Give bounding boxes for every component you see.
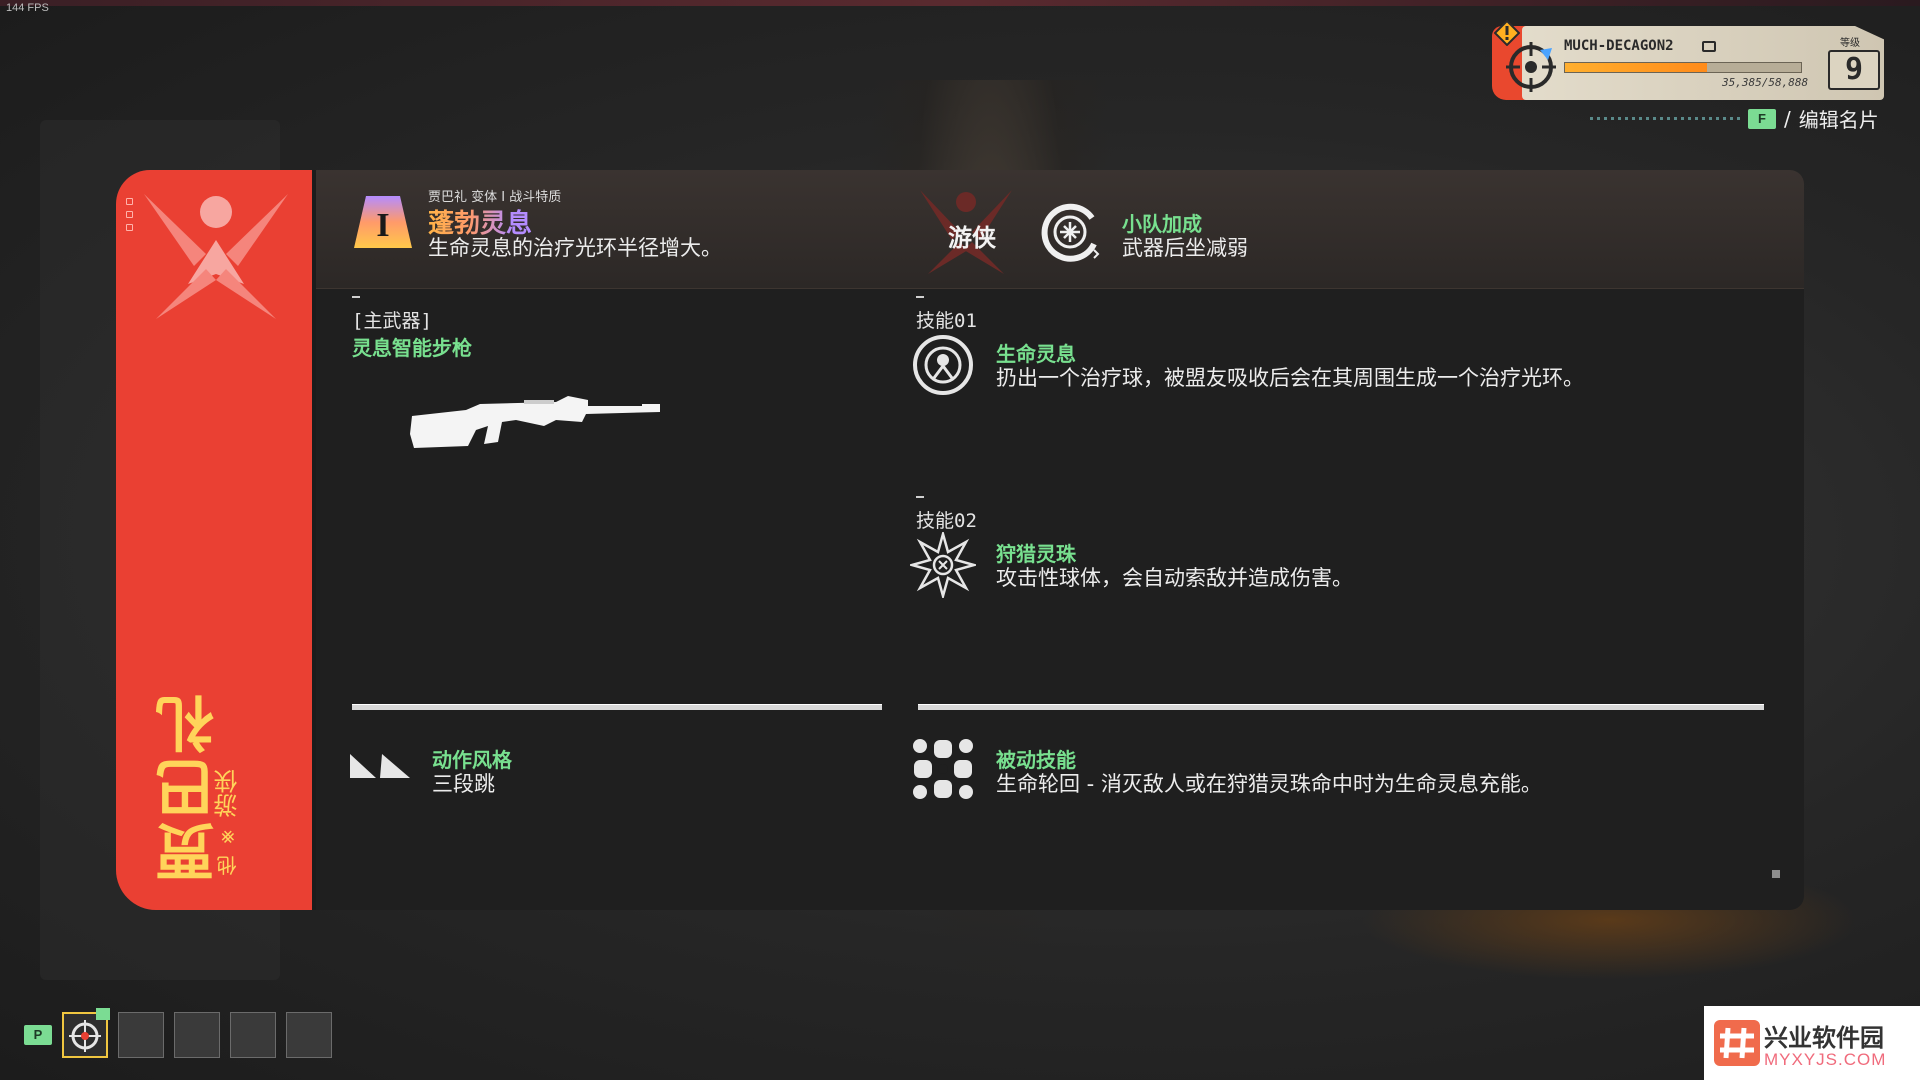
passive-ability-icon <box>913 739 973 799</box>
ability2-label: 技能02 <box>916 510 977 532</box>
fps-counter: 144 FPS <box>6 2 49 14</box>
separator: / <box>1784 106 1791 131</box>
watermark: 兴业软件园 MYXYJS.COM <box>1704 1006 1920 1080</box>
loadout-slot[interactable] <box>118 1012 164 1058</box>
ability2-description: 攻击性球体，会自动索敌并造成伤害。 <box>996 566 1353 590</box>
class-tag-label: 游侠 <box>948 224 996 252</box>
watermark-url: MYXYJS.COM <box>1764 1050 1887 1069</box>
hero-info-card: 贾巴礼 他 ⨳ 游侠 I 贾巴礼 变体 I 战斗特质 蓬勃灵息 生命灵息的治疗光… <box>116 170 1804 910</box>
decorative-noise-line <box>1590 117 1740 120</box>
ranger-small-icon: ⨳ <box>215 830 240 844</box>
watermark-title: 兴业软件园 <box>1764 1024 1884 1052</box>
ability1-label: 技能01 <box>916 310 977 332</box>
xp-progress-bar <box>1564 62 1802 73</box>
corner-marker <box>1772 870 1780 878</box>
player-avatar-icon <box>1506 42 1556 92</box>
hero-portrait-icon <box>69 1020 101 1052</box>
rifle-icon <box>410 396 660 448</box>
xp-text: 35,385/58,888 <box>1722 76 1809 89</box>
movement-description: 三段跳 <box>432 772 495 796</box>
top-edge-bar <box>0 0 1920 6</box>
life-breath-ability-icon <box>913 335 973 395</box>
section-dash <box>916 296 924 298</box>
edit-namecard-label[interactable]: 编辑名片 <box>1799 104 1879 133</box>
hero-side-banner: 贾巴礼 他 ⨳ 游侠 <box>116 170 316 910</box>
loadout-slot[interactable] <box>62 1008 110 1058</box>
level-value: 9 <box>1828 50 1880 90</box>
divider-right <box>918 704 1764 710</box>
primary-weapon-name: 灵息智能步枪 <box>352 336 472 360</box>
loadout-bar: P <box>24 1008 332 1058</box>
loadout-slot[interactable] <box>230 1012 276 1058</box>
squad-bonus-icon <box>1041 203 1100 262</box>
banner-dots <box>126 198 134 231</box>
hunting-orb-ability-icon <box>910 532 976 598</box>
hero-pronoun: 他 <box>216 855 240 876</box>
player-namecard[interactable]: MUCH-DECAGON2 35,385/58,888 等级 9 <box>1492 20 1892 104</box>
hero-class: 游侠 <box>214 770 242 818</box>
watermark-logo-icon <box>1714 1020 1760 1066</box>
movement-style-icon <box>350 754 410 778</box>
player-name: MUCH-DECAGON2 <box>1564 38 1674 54</box>
variant-badge-numeral: I <box>376 207 389 244</box>
primary-weapon-label: [主武器] <box>352 310 432 332</box>
variant-description: 生命灵息的治疗光环半径增大。 <box>428 236 722 260</box>
key-hint-p: P <box>24 1025 52 1045</box>
ability1-description: 扔出一个治疗球，被盟友吸收后会在其周围生成一个治疗光环。 <box>996 366 1584 390</box>
level-label: 等级 <box>1840 38 1860 49</box>
ranger-class-emblem-icon <box>144 194 288 319</box>
xp-progress-fill <box>1565 63 1707 72</box>
platform-icon <box>1702 41 1716 52</box>
hero-meta: 他 ⨳ 游侠 <box>210 770 245 876</box>
loadout-slot[interactable] <box>286 1012 332 1058</box>
squad-bonus-description: 武器后坐减弱 <box>1122 236 1248 260</box>
section-dash <box>916 496 924 498</box>
key-hint-f: F <box>1748 108 1776 129</box>
loadout-slot[interactable] <box>174 1012 220 1058</box>
flag-icon <box>96 1008 110 1020</box>
edit-namecard-hint[interactable]: F / 编辑名片 <box>1590 104 1879 133</box>
divider-left <box>352 704 882 710</box>
section-dash <box>352 296 360 298</box>
passive-description: 生命轮回 - 消灭敌人或在狩猎灵珠命中时为生命灵息充能。 <box>996 772 1542 796</box>
variant-badge-icon: I <box>354 196 412 248</box>
hero-details-panel: I 贾巴礼 变体 I 战斗特质 蓬勃灵息 生命灵息的治疗光环半径增大。 游侠 小… <box>316 170 1804 910</box>
